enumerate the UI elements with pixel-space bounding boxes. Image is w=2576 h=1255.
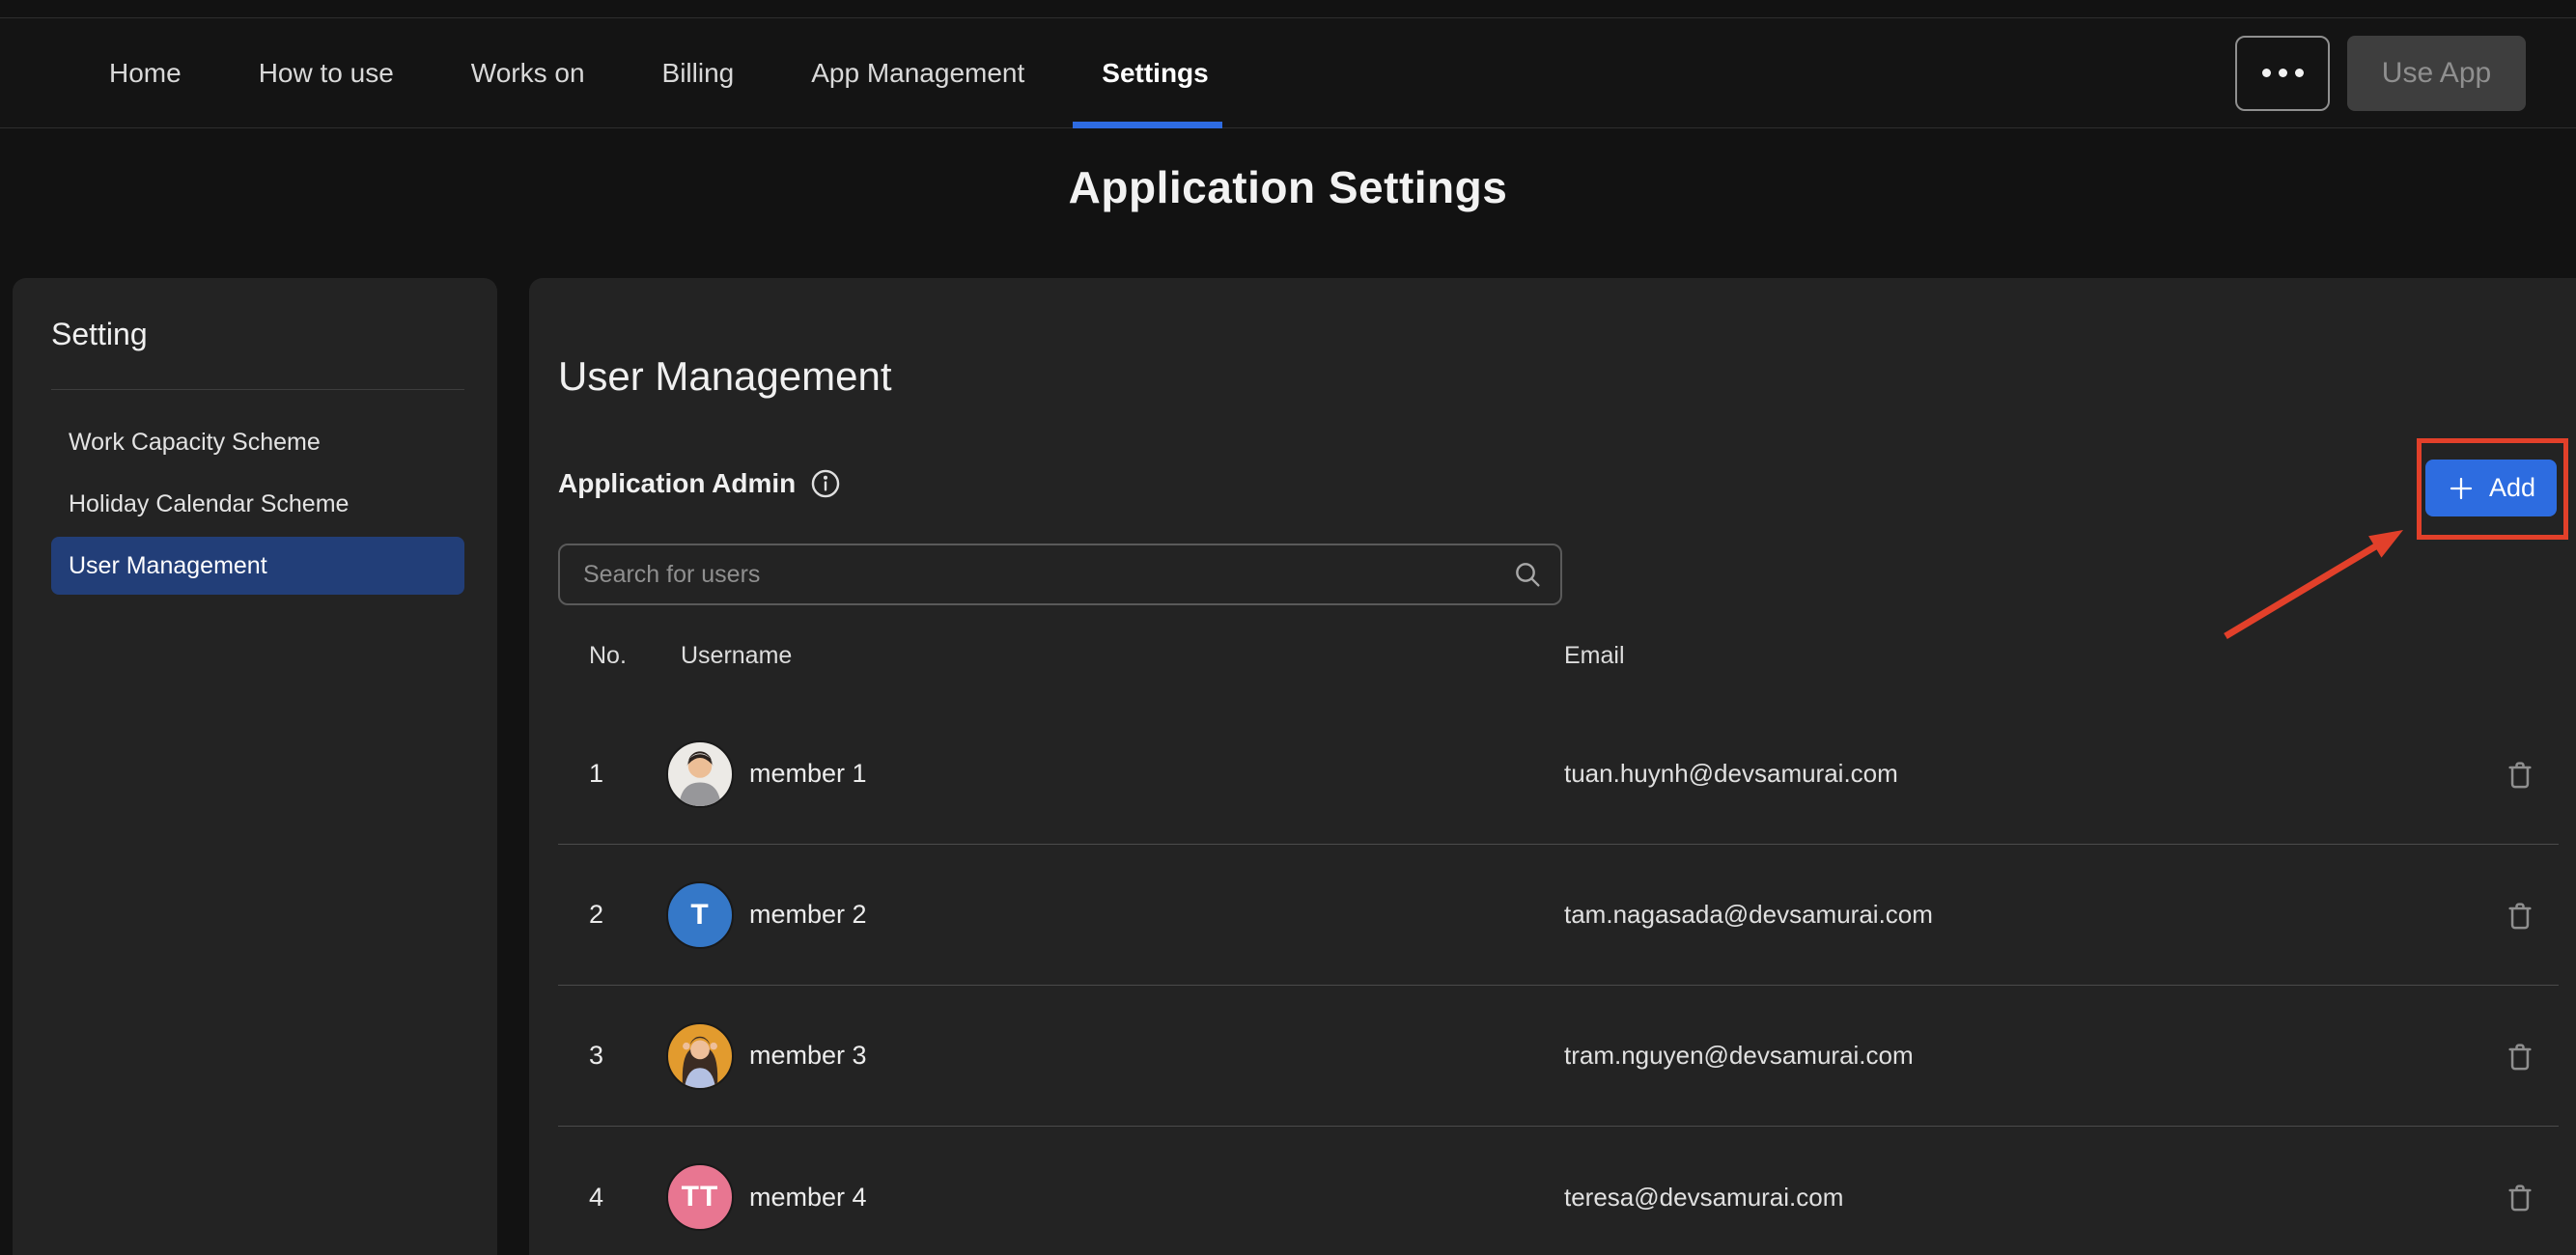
row-number: 2 <box>558 900 650 930</box>
delete-user-button[interactable] <box>2502 1038 2538 1074</box>
main-nav: Home How to use Works on Billing App Man… <box>109 18 1209 127</box>
email: tam.nagasada@devsamurai.com <box>1564 900 2481 930</box>
avatar <box>666 1022 734 1090</box>
email: tuan.huynh@devsamurai.com <box>1564 759 2481 789</box>
table-row: 4 TT member 4 teresa@devsamurai.com <box>558 1127 2559 1255</box>
search-wrap <box>558 544 1562 605</box>
info-icon[interactable] <box>809 467 842 500</box>
nav-item-app-management[interactable]: App Management <box>811 18 1024 127</box>
page-title: Application Settings <box>0 161 2576 213</box>
email: tram.nguyen@devsamurai.com <box>1564 1041 2481 1071</box>
delete-user-button[interactable] <box>2502 1179 2538 1215</box>
username: member 2 <box>749 900 867 930</box>
trash-icon <box>2502 897 2538 934</box>
trash-icon <box>2502 1038 2538 1074</box>
nav-item-how-to-use[interactable]: How to use <box>259 18 394 127</box>
avatar-initials: T <box>690 899 709 932</box>
table-row: 3 member 3 tram.nguyen@devsamurai.com <box>558 986 2559 1127</box>
application-admin-row: Application Admin <box>558 467 2576 500</box>
table-row: 1 member 1 tuan.huynh@devsamurai.com <box>558 704 2559 845</box>
search-input[interactable] <box>558 544 1562 605</box>
avatar <box>666 740 734 808</box>
username: member 1 <box>749 759 867 789</box>
section-title: User Management <box>558 278 2576 400</box>
sidebar-divider <box>51 389 464 390</box>
add-user-button[interactable]: Add <box>2425 460 2557 516</box>
user-management-panel: User Management Application Admin Add No <box>529 278 2576 1255</box>
row-number: 4 <box>558 1183 650 1213</box>
username: member 4 <box>749 1183 867 1213</box>
settings-sidebar: Setting Work Capacity Scheme Holiday Cal… <box>13 278 497 1255</box>
use-app-button[interactable]: Use App <box>2347 36 2526 111</box>
avatar-initials: TT <box>682 1181 719 1213</box>
delete-user-button[interactable] <box>2502 756 2538 793</box>
application-admin-label: Application Admin <box>558 468 796 499</box>
row-number: 1 <box>558 759 650 789</box>
sidebar-item-holiday-calendar-scheme[interactable]: Holiday Calendar Scheme <box>51 475 464 533</box>
top-navigation-bar: Home How to use Works on Billing App Man… <box>0 17 2576 128</box>
nav-item-works-on[interactable]: Works on <box>471 18 585 127</box>
nav-item-billing[interactable]: Billing <box>662 18 735 127</box>
table-header: No. Username Email <box>558 627 2559 704</box>
header-username: Username <box>650 642 1564 670</box>
email: teresa@devsamurai.com <box>1564 1183 2481 1213</box>
sidebar-list: Work Capacity Scheme Holiday Calendar Sc… <box>51 413 464 595</box>
trash-icon <box>2502 1179 2538 1215</box>
add-button-label: Add <box>2489 473 2535 503</box>
more-options-button[interactable] <box>2235 36 2330 111</box>
header-email: Email <box>1564 642 2481 670</box>
avatar: TT <box>666 1163 734 1231</box>
trash-icon <box>2502 756 2538 793</box>
header-no: No. <box>558 642 650 670</box>
sidebar-item-user-management[interactable]: User Management <box>51 537 464 595</box>
username: member 3 <box>749 1041 867 1071</box>
avatar: T <box>666 881 734 949</box>
nav-item-settings[interactable]: Settings <box>1102 18 1208 127</box>
sidebar-item-work-capacity-scheme[interactable]: Work Capacity Scheme <box>51 413 464 471</box>
plus-icon <box>2447 474 2476 503</box>
topbar-actions: Use App <box>2235 18 2526 127</box>
table-row: 2 T member 2 tam.nagasada@devsamurai.com <box>558 845 2559 986</box>
delete-user-button[interactable] <box>2502 897 2538 934</box>
ellipsis-icon <box>2262 69 2271 77</box>
users-table: No. Username Email 1 member 1 tuan.huyn <box>558 627 2559 1255</box>
sidebar-title: Setting <box>51 317 464 352</box>
nav-item-home[interactable]: Home <box>109 18 182 127</box>
row-number: 3 <box>558 1041 650 1071</box>
